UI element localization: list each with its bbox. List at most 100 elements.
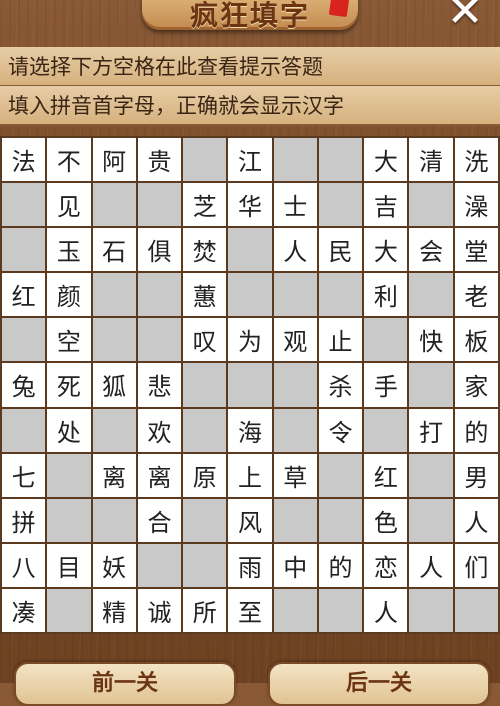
grid-cell-blocked [364, 408, 408, 452]
grid-cell[interactable]: 叹 [183, 318, 227, 362]
grid-cell-blocked [409, 183, 453, 227]
grid-cell[interactable]: 们 [454, 543, 498, 587]
grid-cell[interactable]: 华 [228, 183, 272, 227]
grid-cell[interactable]: 杀 [318, 363, 363, 407]
grid-cell-blocked [409, 453, 453, 497]
grid-cell[interactable]: 的 [318, 543, 363, 587]
grid-cell[interactable]: 离 [137, 453, 182, 497]
grid-cell[interactable]: 手 [364, 363, 408, 407]
grid-cell[interactable]: 吉 [364, 183, 408, 227]
grid-cell[interactable]: 清 [409, 138, 453, 182]
grid-cell[interactable]: 狐 [92, 363, 136, 407]
grid-cell[interactable]: 妖 [92, 543, 136, 587]
grid-cell[interactable]: 合 [137, 498, 182, 542]
grid-cell[interactable]: 红 [2, 273, 46, 317]
grid-cell[interactable]: 堂 [454, 228, 498, 272]
grid-cell[interactable]: 兔 [2, 363, 46, 407]
grid-cell-blocked [409, 588, 453, 632]
grid-cell[interactable]: 洗 [454, 138, 498, 182]
grid-cell[interactable]: 七 [2, 453, 46, 497]
grid-cell[interactable]: 处 [47, 408, 91, 452]
grid-cell[interactable]: 死 [47, 363, 91, 407]
grid-cell-blocked [273, 138, 317, 182]
grid-cell[interactable]: 离 [92, 453, 136, 497]
grid-cell[interactable]: 所 [183, 588, 227, 632]
grid-cell[interactable]: 诚 [137, 588, 182, 632]
grid-cell-blocked [228, 273, 272, 317]
grid-cell-blocked [137, 183, 182, 227]
grid-cell[interactable]: 观 [273, 318, 317, 362]
grid-cell[interactable]: 人 [273, 228, 317, 272]
next-level-button[interactable]: 后一关 [268, 662, 490, 706]
grid-cell[interactable]: 凑 [2, 588, 46, 632]
grid-cell[interactable]: 江 [228, 138, 272, 182]
close-button[interactable]: ✕ [442, 0, 488, 38]
grid-cell[interactable]: 目 [47, 543, 91, 587]
grid-cell[interactable]: 贵 [137, 138, 182, 182]
prev-level-button[interactable]: 前一关 [14, 662, 236, 706]
grid-cell[interactable]: 石 [92, 228, 136, 272]
grid-cell[interactable]: 家 [454, 363, 498, 407]
grid-cell[interactable]: 大 [364, 138, 408, 182]
grid-cell[interactable]: 大 [364, 228, 408, 272]
grid-cell[interactable]: 草 [273, 453, 317, 497]
grid-cell[interactable]: 雨 [228, 543, 272, 587]
grid-cell[interactable]: 玉 [47, 228, 91, 272]
grid-cell[interactable]: 止 [318, 318, 363, 362]
grid-cell[interactable]: 阿 [92, 138, 136, 182]
grid-cell[interactable]: 八 [2, 543, 46, 587]
grid-cell-blocked [183, 363, 227, 407]
grid-cell[interactable]: 男 [454, 453, 498, 497]
grid-cell[interactable]: 原 [183, 453, 227, 497]
grid-cell-blocked [273, 588, 317, 632]
grid-cell-blocked [228, 363, 272, 407]
grid-cell[interactable]: 至 [228, 588, 272, 632]
grid-cell[interactable]: 色 [364, 498, 408, 542]
grid-cell[interactable]: 为 [228, 318, 272, 362]
grid-cell[interactable]: 精 [92, 588, 136, 632]
grid-cell-blocked [273, 498, 317, 542]
grid-cell[interactable]: 悲 [137, 363, 182, 407]
grid-cell-blocked [2, 228, 46, 272]
grid-cell-blocked [137, 318, 182, 362]
grid-cell[interactable]: 风 [228, 498, 272, 542]
grid-cell[interactable]: 焚 [183, 228, 227, 272]
grid-cell[interactable]: 不 [47, 138, 91, 182]
grid-cell[interactable]: 快 [409, 318, 453, 362]
grid-cell[interactable]: 颜 [47, 273, 91, 317]
grid-cell[interactable]: 蕙 [183, 273, 227, 317]
grid-cell[interactable]: 人 [454, 498, 498, 542]
grid-cell-blocked [2, 408, 46, 452]
grid-cell[interactable]: 人 [409, 543, 453, 587]
grid-cell-blocked [183, 138, 227, 182]
grid-cell[interactable]: 法 [2, 138, 46, 182]
grid-cell-blocked [318, 183, 363, 227]
grid-cell[interactable]: 打 [409, 408, 453, 452]
grid-cell-blocked [318, 138, 363, 182]
grid-cell-blocked [409, 273, 453, 317]
grid-cell[interactable]: 红 [364, 453, 408, 497]
grid-cell[interactable]: 的 [454, 408, 498, 452]
grid-cell[interactable]: 人 [364, 588, 408, 632]
grid-cell[interactable]: 见 [47, 183, 91, 227]
grid-cell[interactable]: 俱 [137, 228, 182, 272]
grid-cell[interactable]: 恋 [364, 543, 408, 587]
grid-cell[interactable]: 澡 [454, 183, 498, 227]
grid-cell[interactable]: 海 [228, 408, 272, 452]
grid-cell[interactable]: 上 [228, 453, 272, 497]
grid-cell[interactable]: 会 [409, 228, 453, 272]
grid-cell-blocked [137, 273, 182, 317]
grid-cell[interactable]: 利 [364, 273, 408, 317]
grid-cell[interactable]: 空 [47, 318, 91, 362]
grid-cell[interactable]: 拼 [2, 498, 46, 542]
grid-cell[interactable]: 老 [454, 273, 498, 317]
grid-cell[interactable]: 民 [318, 228, 363, 272]
grid-cell[interactable]: 芝 [183, 183, 227, 227]
grid-cell[interactable]: 中 [273, 543, 317, 587]
grid-cell-blocked [409, 363, 453, 407]
grid-cell[interactable]: 欢 [137, 408, 182, 452]
crossword-grid: 法不阿贵江大清洗见芝华士吉澡玉石俱焚人民大会堂红颜蕙利老空叹为观止快板兔死狐悲杀… [0, 136, 500, 634]
grid-cell[interactable]: 士 [273, 183, 317, 227]
grid-cell[interactable]: 板 [454, 318, 498, 362]
grid-cell[interactable]: 令 [318, 408, 363, 452]
